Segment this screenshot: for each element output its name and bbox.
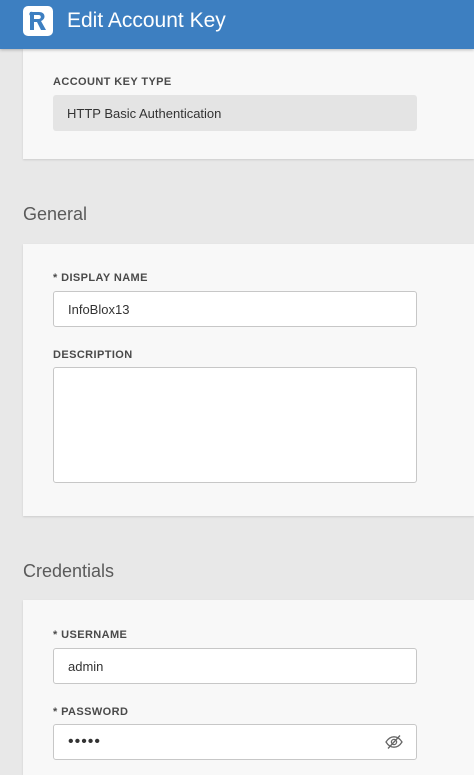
eye-slash-icon[interactable] [385, 734, 403, 750]
description-textarea[interactable] [53, 367, 417, 483]
account-key-type-card: ACCOUNT KEY TYPE HTTP Basic Authenticati… [23, 49, 474, 159]
password-field [53, 724, 417, 760]
username-label: * USERNAME [53, 629, 128, 641]
account-key-app-icon [29, 11, 46, 30]
display-name-input[interactable] [53, 291, 417, 327]
credentials-section-title: Credentials [23, 561, 115, 581]
description-label: DESCRIPTION [53, 349, 133, 361]
general-section-title: General [23, 204, 88, 224]
app-header: Edit Account Key [0, 0, 474, 49]
display-name-label: * DISPLAY NAME [53, 272, 148, 284]
page-title: Edit Account Key [67, 9, 226, 32]
credentials-card: * USERNAME * PASSWORD [23, 600, 474, 775]
general-card: * DISPLAY NAME DESCRIPTION [23, 244, 474, 516]
app-logo [23, 6, 53, 36]
account-key-type-label: ACCOUNT KEY TYPE [53, 76, 172, 88]
password-label: * PASSWORD [53, 706, 129, 718]
username-input[interactable] [53, 648, 417, 684]
password-input[interactable] [53, 724, 417, 760]
account-key-type-value: HTTP Basic Authentication [53, 95, 417, 131]
